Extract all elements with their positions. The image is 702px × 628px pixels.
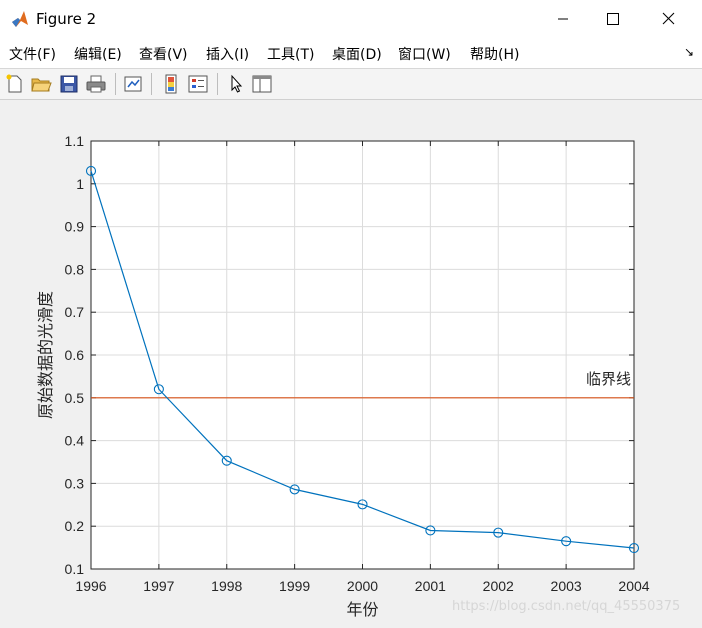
x-tick-label: 2002 — [483, 578, 514, 594]
y-tick-label: 0.6 — [65, 347, 85, 363]
open-file-icon[interactable] — [30, 73, 52, 95]
minimize-button[interactable] — [540, 0, 586, 38]
menu-edit[interactable]: 编辑(E) — [74, 44, 122, 64]
title-bar: Figure 2 — [0, 0, 702, 39]
maximize-button[interactable] — [590, 0, 636, 38]
y-tick-label: 0.8 — [65, 261, 85, 277]
new-figure-icon[interactable] — [4, 73, 26, 95]
x-tick-label: 2004 — [618, 578, 649, 594]
dock-arrow-icon[interactable]: ↘ — [684, 45, 694, 59]
save-icon[interactable] — [58, 73, 80, 95]
menu-window[interactable]: 窗口(W) — [398, 44, 451, 64]
x-tick-label: 1997 — [143, 578, 174, 594]
matlab-logo-icon — [12, 11, 28, 27]
toolbar-separator — [115, 73, 116, 95]
x-tick-label: 2000 — [347, 578, 378, 594]
y-tick-label: 0.3 — [65, 475, 85, 491]
y-tick-label: 0.7 — [65, 304, 85, 320]
x-tick-label: 2001 — [415, 578, 446, 594]
x-tick-label: 1999 — [279, 578, 310, 594]
figure-toolbar — [0, 69, 702, 100]
x-axis-label: 年份 — [346, 600, 378, 619]
legend-icon[interactable] — [187, 73, 209, 95]
print-icon[interactable] — [85, 73, 107, 95]
y-tick-label: 1.1 — [65, 133, 85, 149]
cursor-icon[interactable] — [225, 73, 247, 95]
menu-file[interactable]: 文件(F) — [9, 44, 56, 64]
watermark-text: https://blog.csdn.net/qq_45550375 — [452, 599, 681, 614]
menu-bar: 文件(F) 编辑(E) 查看(V) 插入(I) 工具(T) 桌面(D) 窗口(W… — [0, 38, 702, 69]
menu-tools[interactable]: 工具(T) — [267, 44, 314, 64]
menu-help[interactable]: 帮助(H) — [470, 44, 519, 64]
x-tick-label: 1996 — [75, 578, 106, 594]
link-plot-icon[interactable] — [122, 73, 144, 95]
y-tick-label: 0.1 — [65, 561, 85, 577]
y-tick-label: 0.9 — [65, 219, 85, 235]
close-button[interactable] — [645, 0, 691, 38]
property-inspector-icon[interactable] — [251, 73, 273, 95]
menu-view[interactable]: 查看(V) — [139, 44, 188, 64]
y-tick-label: 0.5 — [65, 390, 85, 406]
y-tick-label: 0.2 — [65, 518, 85, 534]
y-tick-label: 0.4 — [65, 433, 85, 449]
y-tick-label: 1 — [76, 176, 84, 192]
colorbar-icon[interactable] — [160, 73, 182, 95]
menu-insert[interactable]: 插入(I) — [206, 44, 249, 64]
threshold-label: 临界线 — [586, 370, 631, 388]
menu-desktop[interactable]: 桌面(D) — [332, 44, 382, 64]
figure-canvas[interactable]: 1996 1997 1998 1999 2000 2001 2002 2003 2004 0.1 0… — [0, 100, 702, 628]
toolbar-separator — [151, 73, 152, 95]
y-axis-label: 原始数据的光滑度 — [36, 291, 55, 419]
x-tick-label: 1998 — [211, 578, 242, 594]
line-chart: 1996 1997 1998 1999 2000 2001 2002 2003 2004 0.1 0… — [36, 133, 650, 619]
x-tick-label: 2003 — [551, 578, 582, 594]
window-title: Figure 2 — [36, 10, 97, 28]
toolbar-separator — [217, 73, 218, 95]
